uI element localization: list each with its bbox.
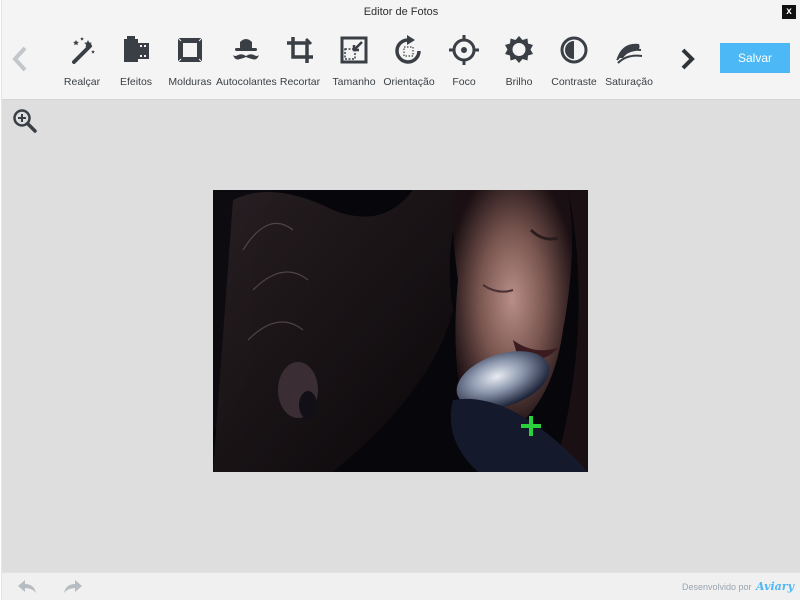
tool-label: Recortar: [279, 76, 321, 88]
tool-label: Autocolantes: [216, 76, 277, 88]
aviary-logo[interactable]: Aviary: [756, 580, 794, 593]
photo-editor-window: Editor de Fotos x Realçar Efeitos Moldur…: [1, 0, 800, 600]
zoom-in-icon[interactable]: [12, 108, 38, 134]
brightness-icon: [503, 34, 535, 66]
saturation-icon: [613, 34, 645, 66]
footer-bar: Desenvolvido por Aviary: [2, 572, 800, 600]
title-bar: Editor de Fotos x: [2, 0, 800, 24]
rotate-icon: [393, 34, 425, 66]
redo-icon[interactable]: [62, 577, 84, 597]
tool-label: Orientação: [383, 76, 435, 88]
resize-icon: [338, 34, 370, 66]
window-title: Editor de Fotos: [363, 6, 439, 18]
tool-molduras[interactable]: Molduras: [160, 32, 220, 92]
tool-contraste[interactable]: Contraste: [544, 32, 604, 92]
tool-label: Contraste: [551, 76, 597, 88]
tool-label: Saturação: [605, 76, 653, 88]
tool-brilho[interactable]: Brilho: [489, 32, 549, 92]
tool-efeitos[interactable]: Efeitos: [106, 32, 166, 92]
tool-label: Foco: [452, 76, 476, 88]
frame-icon: [174, 34, 206, 66]
tool-saturacao[interactable]: Saturação: [599, 32, 659, 92]
tool-label: Brilho: [505, 76, 533, 88]
canvas-area: [2, 100, 800, 572]
film-icon: [120, 34, 152, 66]
mustache-icon: [230, 34, 262, 66]
magic-wand-icon: [66, 34, 98, 66]
crop-icon: [284, 34, 316, 66]
tool-label: Efeitos: [119, 76, 153, 88]
tool-label: Realçar: [63, 76, 101, 88]
tool-label: Molduras: [168, 76, 212, 88]
tool-autocolantes[interactable]: Autocolantes: [216, 32, 277, 92]
photo-preview[interactable]: [213, 190, 588, 472]
close-button[interactable]: x: [782, 5, 796, 19]
tool-foco[interactable]: Foco: [434, 32, 494, 92]
undo-icon[interactable]: [16, 577, 38, 597]
powered-by-text: Desenvolvido por: [681, 582, 752, 592]
chevron-right-icon[interactable]: [678, 44, 698, 74]
tool-recortar[interactable]: Recortar: [270, 32, 330, 92]
tool-label: Tamanho: [332, 76, 376, 88]
powered-by: Desenvolvido por Aviary: [682, 580, 794, 593]
save-button[interactable]: Salvar: [720, 43, 790, 73]
tools-toolbar: Realçar Efeitos Molduras Autocolantes Re: [2, 24, 800, 100]
tool-tamanho[interactable]: Tamanho: [324, 32, 384, 92]
focus-icon: [448, 34, 480, 66]
photo-image: [213, 190, 588, 472]
tool-realcar[interactable]: Realçar: [52, 32, 112, 92]
contrast-icon: [558, 34, 590, 66]
chevron-left-icon[interactable]: [10, 44, 30, 74]
tool-orientacao[interactable]: Orientação: [379, 32, 439, 92]
